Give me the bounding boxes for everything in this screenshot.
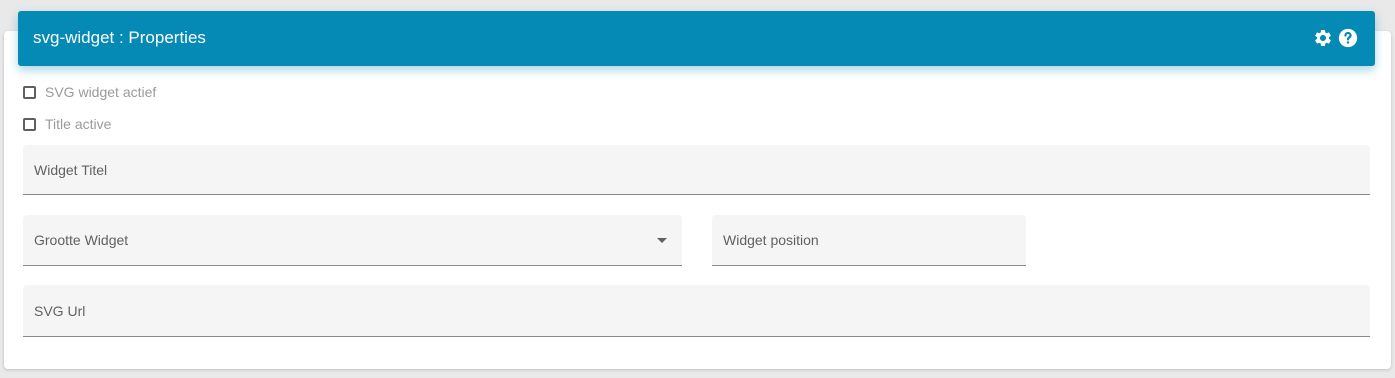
checkbox-box[interactable] bbox=[23, 85, 36, 99]
widget-size-select[interactable]: Grootte Widget bbox=[23, 215, 682, 266]
checkbox-box[interactable] bbox=[23, 117, 36, 131]
widget-size-label: Grootte Widget bbox=[34, 232, 129, 248]
title-active-checkbox[interactable]: Title active bbox=[23, 115, 111, 133]
header-actions bbox=[1312, 27, 1359, 49]
widget-title-label: Widget Titel bbox=[34, 161, 108, 178]
gear-icon[interactable] bbox=[1312, 27, 1334, 49]
header-title: svg-widget : Properties bbox=[33, 28, 206, 47]
svg-url-field[interactable]: SVG Url bbox=[23, 285, 1370, 337]
properties-header: svg-widget : Properties bbox=[18, 11, 1375, 66]
widget-position-label: Widget position bbox=[723, 232, 819, 248]
widget-position-field[interactable]: Widget position bbox=[712, 215, 1026, 266]
chevron-down-icon[interactable] bbox=[657, 238, 667, 243]
svg-widget-active-checkbox[interactable]: SVG widget actief bbox=[23, 83, 156, 101]
checkbox-label: SVG widget actief bbox=[45, 84, 157, 100]
help-icon[interactable] bbox=[1337, 27, 1359, 49]
widget-title-field[interactable]: Widget Titel bbox=[23, 145, 1370, 195]
svg-url-label: SVG Url bbox=[34, 302, 86, 319]
checkbox-label: Title active bbox=[45, 116, 112, 132]
